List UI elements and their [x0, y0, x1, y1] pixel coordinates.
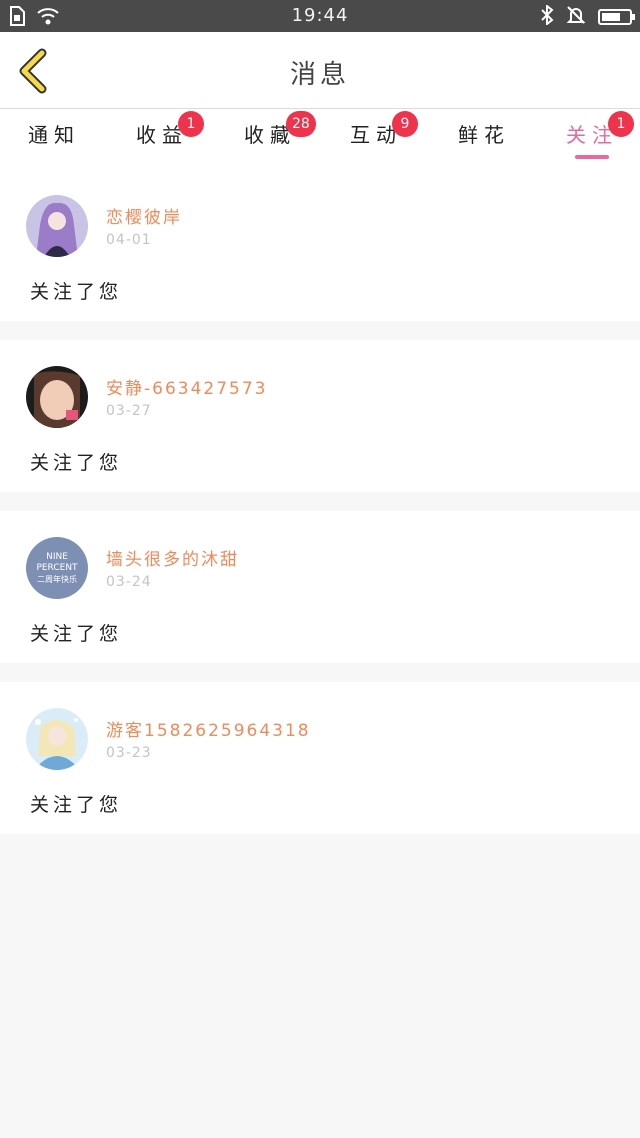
user-name[interactable]: 安静-663427573: [106, 374, 267, 399]
message-date: 03-27: [106, 403, 152, 419]
message-date: 03-23: [106, 745, 152, 761]
unread-badge: 1: [178, 111, 204, 137]
message-list: 恋樱彼岸 04-01 关注了您 安静-663427573 03-27 关注了您 …: [0, 169, 640, 853]
tab-label: 鲜花: [458, 123, 510, 147]
message-text: 关注了您: [30, 623, 123, 645]
list-item[interactable]: 恋樱彼岸 04-01 关注了您: [0, 169, 640, 321]
list-item[interactable]: 安静-663427573 03-27 关注了您: [0, 340, 640, 492]
tab-bar: 通知 收益 1 收藏 28 互动 9 鲜花 关注 1: [0, 109, 640, 169]
avatar-text: 二周年快乐: [37, 574, 77, 584]
message-text: 关注了您: [30, 452, 123, 474]
page-title: 消息: [289, 60, 350, 90]
message-date: 04-01: [106, 232, 152, 248]
bell-muted-icon: [566, 5, 586, 29]
avatar[interactable]: NINE PERCENT 二周年快乐: [26, 537, 88, 599]
list-item[interactable]: 游客1582625964318 03-23 关注了您: [0, 682, 640, 834]
message-text: 关注了您: [30, 794, 123, 816]
tab-follow[interactable]: 关注 1: [566, 111, 634, 159]
unread-badge: 1: [608, 111, 634, 137]
list-item[interactable]: NINE PERCENT 二周年快乐 墙头很多的沐甜 03-24 关注了您: [0, 511, 640, 663]
unread-badge: 28: [286, 111, 316, 137]
status-bar: 19:44: [0, 0, 640, 32]
message-text: 关注了您: [30, 281, 123, 303]
avatar-text: PERCENT: [36, 563, 78, 573]
tab-notification[interactable]: 通知: [28, 119, 80, 159]
avatar[interactable]: [26, 708, 88, 770]
tab-favorites[interactable]: 收藏 28: [244, 111, 316, 159]
tab-flowers[interactable]: 鲜花: [458, 119, 510, 159]
battery-icon: [598, 9, 635, 25]
tab-earnings[interactable]: 收益 1: [136, 111, 204, 159]
avatar[interactable]: [26, 195, 88, 257]
user-name[interactable]: 恋樱彼岸: [106, 203, 182, 228]
tab-interaction[interactable]: 互动 9: [350, 111, 418, 159]
avatar-text: NINE: [46, 552, 68, 562]
bluetooth-icon: [540, 3, 554, 29]
app-header: 消息: [0, 32, 640, 109]
user-name[interactable]: 游客1582625964318: [106, 716, 311, 741]
active-tab-indicator: [575, 155, 609, 159]
message-date: 03-24: [106, 574, 152, 590]
user-name[interactable]: 墙头很多的沐甜: [106, 545, 239, 570]
tab-label: 通知: [28, 123, 80, 147]
avatar[interactable]: [26, 366, 88, 428]
unread-badge: 9: [392, 111, 418, 137]
